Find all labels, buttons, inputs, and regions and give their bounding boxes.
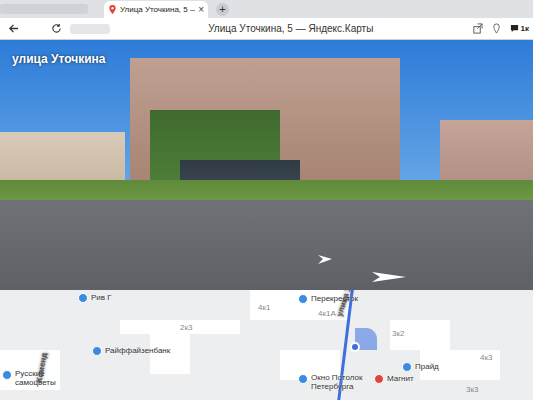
tab-title: Улица Уточкина, 5 — Я <box>120 5 195 14</box>
tab-bar: Улица Уточкина, 5 — Я × + <box>0 0 533 18</box>
panorama-photo[interactable]: улица Уточкина <box>0 40 533 290</box>
tab-close-button[interactable]: × <box>198 4 204 15</box>
tab-placeholder <box>0 4 88 14</box>
map-label[interactable]: 4к1А <box>318 310 336 319</box>
label-text: Прайд <box>415 363 439 372</box>
share-icon[interactable] <box>472 23 483 34</box>
map-label[interactable]: Райффайзенбанк <box>92 346 170 356</box>
map-label[interactable]: Прайд <box>402 362 439 372</box>
browser-window: Улица Уточкина, 5 — Я × + Улица Уточкина… <box>0 0 533 400</box>
map-label[interactable]: 4к1 <box>258 304 270 313</box>
poi-icon <box>2 370 12 380</box>
label-text: 2к3 <box>180 324 192 333</box>
street-label: улица Уточкина <box>12 52 106 66</box>
comments-counter[interactable]: 1к <box>510 24 529 33</box>
poi-icon <box>92 346 102 356</box>
map-label[interactable]: Русские самоцветы <box>2 370 64 388</box>
nav-arrow-icon[interactable] <box>316 252 346 266</box>
map-label[interactable]: Окно Потолок Петербурга <box>298 374 370 392</box>
label-text: 4к1 <box>258 304 270 313</box>
browser-tab[interactable]: Улица Уточкина, 5 — Я × <box>104 1 208 18</box>
map-pin-icon <box>108 5 117 14</box>
label-text: Магнит <box>387 375 414 384</box>
poi-icon <box>374 374 384 384</box>
label-text: 4к3 <box>480 354 492 363</box>
speech-bubble-icon <box>510 24 519 33</box>
location-marker <box>350 342 360 352</box>
page-title: Улица Уточкина, 5 — Яндекс.Карты <box>118 23 464 34</box>
map-label[interactable]: 2к3 <box>180 324 192 333</box>
label-text: 4к1А <box>318 310 336 319</box>
label-text: Рив Г <box>91 294 112 303</box>
counter-text: 1к <box>521 24 529 33</box>
label-text: 3к2 <box>392 330 404 339</box>
poi-icon <box>78 293 88 303</box>
label-text: Райффайзенбанк <box>105 347 170 356</box>
map-label[interactable]: 3к3 <box>466 386 478 395</box>
poi-icon <box>298 374 308 384</box>
poi-icon <box>298 294 308 304</box>
map-label[interactable]: 3к2 <box>392 330 404 339</box>
map-label[interactable]: 4к3 <box>480 354 492 363</box>
reload-icon[interactable] <box>51 23 62 34</box>
poi-icon <box>402 362 412 372</box>
map-label[interactable]: Магнит <box>374 374 414 384</box>
back-arrow-icon[interactable] <box>8 23 19 34</box>
location-icon[interactable] <box>491 23 502 34</box>
map-label[interactable]: Рив Г <box>78 293 112 303</box>
address-field[interactable] <box>70 24 110 34</box>
label-text: 3к3 <box>466 386 478 395</box>
map[interactable]: Рив Г Перекресток 4к1 4к1А 2к3 Райффайзе… <box>0 290 533 400</box>
label-text: Окно Потолок Петербурга <box>311 374 370 392</box>
new-tab-button[interactable]: + <box>216 3 229 16</box>
nav-arrow-icon[interactable] <box>370 268 410 284</box>
toolbar: Улица Уточкина, 5 — Яндекс.Карты 1к <box>0 18 533 40</box>
